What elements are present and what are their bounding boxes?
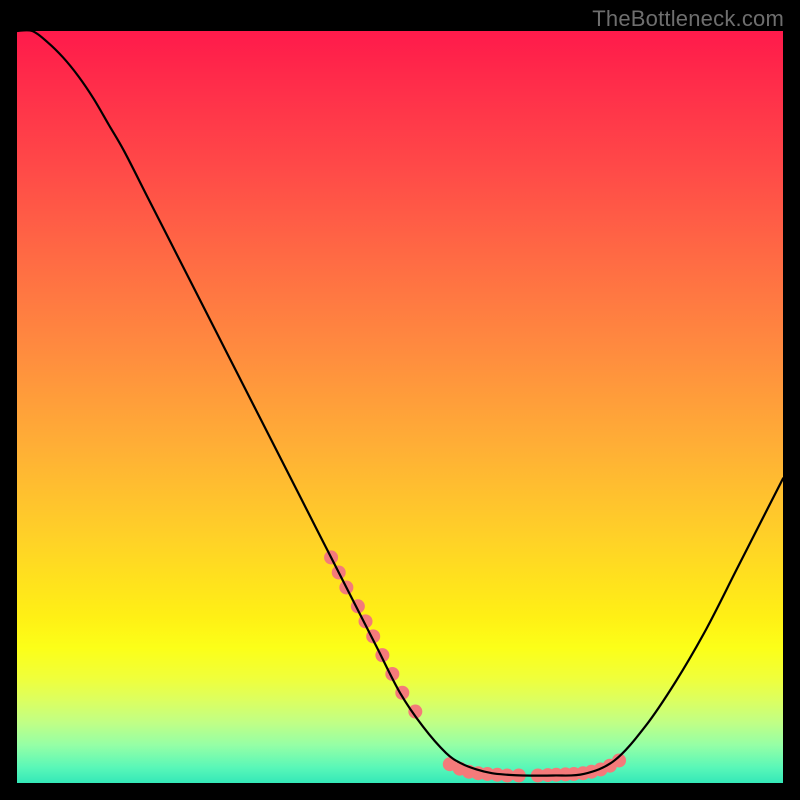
- watermark-text: TheBottleneck.com: [592, 6, 784, 32]
- bottleneck-curve-line: [17, 30, 783, 775]
- highlight-markers: [324, 550, 626, 782]
- chart-frame: TheBottleneck.com: [0, 0, 800, 800]
- chart-svg: [17, 31, 783, 783]
